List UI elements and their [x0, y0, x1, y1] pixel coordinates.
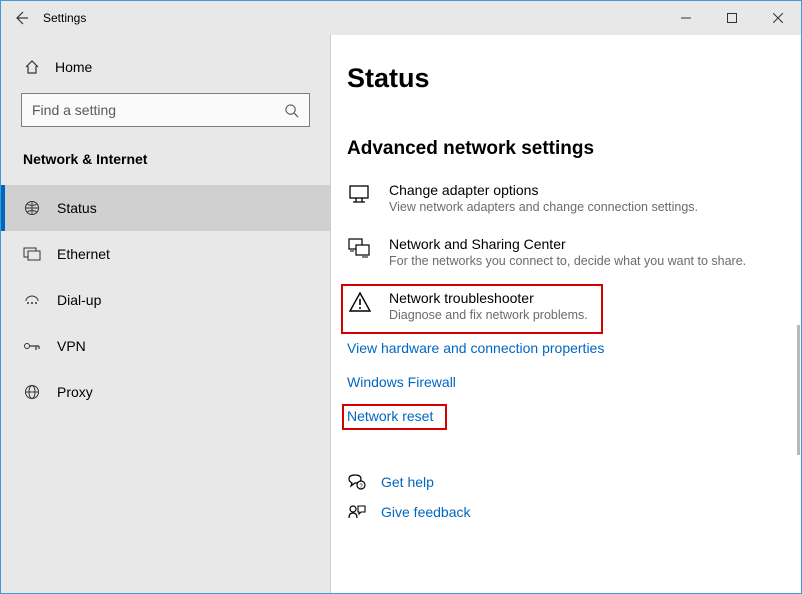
minimize-icon: [681, 13, 691, 23]
sidebar-item-label: Ethernet: [57, 246, 110, 262]
link-firewall[interactable]: Windows Firewall: [347, 374, 801, 390]
search-input[interactable]: Find a setting: [21, 93, 310, 127]
option-adapter[interactable]: Change adapter options View network adap…: [347, 182, 801, 214]
sidebar-item-label: Proxy: [57, 384, 93, 400]
link-label: Get help: [381, 474, 434, 490]
minimize-button[interactable]: [663, 1, 709, 35]
adapter-icon: [347, 182, 373, 206]
option-sharing-center[interactable]: Network and Sharing Center For the netwo…: [347, 236, 801, 268]
dialup-icon: [23, 293, 41, 307]
sidebar-home[interactable]: Home: [1, 53, 330, 93]
help-links: ? Get help Give feedback: [347, 474, 801, 520]
option-desc: Diagnose and fix network problems.: [389, 308, 588, 322]
search-icon: [284, 103, 299, 118]
sidebar-item-label: Dial-up: [57, 292, 101, 308]
home-icon: [23, 59, 41, 75]
sharing-center-icon: [347, 236, 373, 260]
close-button[interactable]: [755, 1, 801, 35]
sidebar-item-label: VPN: [57, 338, 86, 354]
sidebar-item-vpn[interactable]: VPN: [1, 323, 330, 369]
back-arrow-icon: [13, 10, 29, 26]
option-title: Change adapter options: [389, 182, 698, 198]
content-area: Status Advanced network settings Change …: [331, 35, 801, 593]
sidebar-item-status[interactable]: Status: [1, 185, 330, 231]
back-button[interactable]: [1, 1, 41, 35]
window-title: Settings: [41, 11, 663, 25]
scrollbar-thumb[interactable]: [797, 325, 800, 455]
ethernet-icon: [23, 247, 41, 261]
status-icon: [23, 200, 41, 216]
option-troubleshooter[interactable]: Network troubleshooter Diagnose and fix …: [347, 290, 588, 322]
maximize-icon: [727, 13, 737, 23]
option-title: Network and Sharing Center: [389, 236, 746, 252]
sidebar-nav: Status Ethernet Dial-up VPN: [1, 185, 330, 415]
sidebar-item-proxy[interactable]: Proxy: [1, 369, 330, 415]
window-controls: [663, 1, 801, 35]
link-label: Give feedback: [381, 504, 471, 520]
titlebar: Settings: [1, 1, 801, 35]
troubleshooter-icon: [347, 290, 373, 312]
link-get-help[interactable]: ? Get help: [347, 474, 801, 490]
sidebar-item-label: Status: [57, 200, 97, 216]
page-title: Status: [347, 63, 801, 94]
link-give-feedback[interactable]: Give feedback: [347, 504, 801, 520]
feedback-icon: [347, 504, 367, 520]
option-title: Network troubleshooter: [389, 290, 588, 306]
section-heading: Advanced network settings: [347, 138, 801, 160]
search-placeholder: Find a setting: [32, 102, 284, 118]
option-desc: For the networks you connect to, decide …: [389, 254, 746, 268]
sidebar-item-dialup[interactable]: Dial-up: [1, 277, 330, 323]
vpn-icon: [23, 340, 41, 352]
close-icon: [773, 13, 783, 23]
sidebar-home-label: Home: [55, 59, 92, 75]
sidebar: Home Find a setting Network & Internet S…: [1, 35, 331, 593]
link-view-hardware[interactable]: View hardware and connection properties: [347, 340, 801, 356]
help-icon: ?: [347, 474, 367, 490]
option-desc: View network adapters and change connect…: [389, 200, 698, 214]
sidebar-item-ethernet[interactable]: Ethernet: [1, 231, 330, 277]
sidebar-section-label: Network & Internet: [1, 145, 330, 185]
link-network-reset[interactable]: Network reset: [347, 408, 433, 424]
proxy-icon: [23, 384, 41, 400]
maximize-button[interactable]: [709, 1, 755, 35]
